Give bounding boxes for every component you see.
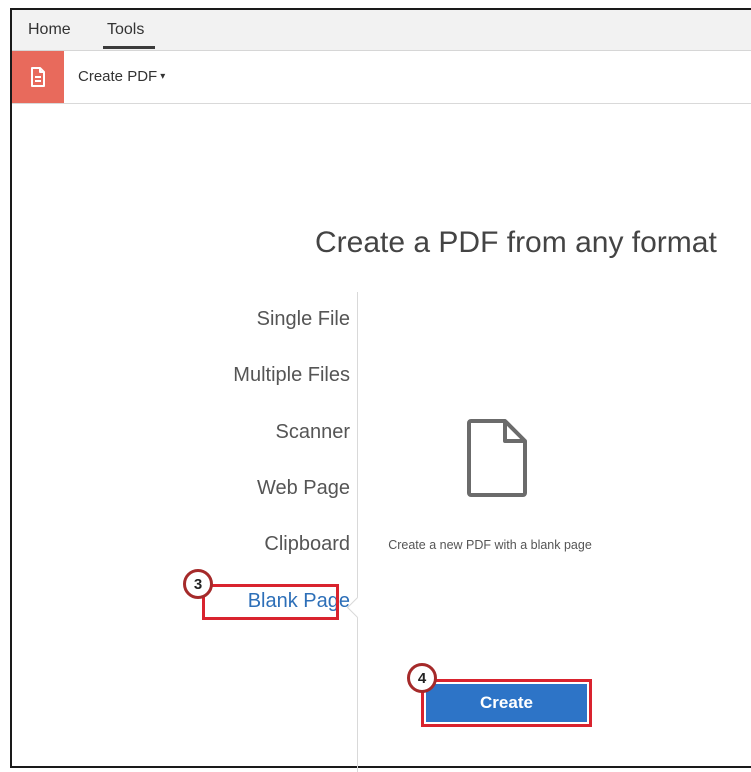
- app-window: Home Tools Create PDF ▾ Create a PDF from…: [10, 8, 751, 772]
- menu-home[interactable]: Home: [28, 21, 71, 39]
- create-pdf-menu[interactable]: Create PDF ▾: [78, 68, 165, 85]
- menu-tools[interactable]: Tools: [107, 21, 144, 39]
- tool-bar: Create PDF ▾: [12, 51, 751, 104]
- option-multiple-files[interactable]: Multiple Files: [233, 364, 350, 387]
- step-badge-3: 3: [183, 569, 213, 599]
- chevron-down-icon: ▾: [160, 71, 166, 82]
- blank-page-icon: [465, 417, 529, 504]
- selection-pointer: [346, 596, 369, 619]
- option-clipboard[interactable]: Clipboard: [264, 533, 350, 556]
- page-title: Create a PDF from any format: [315, 226, 717, 260]
- options-divider: [357, 292, 358, 772]
- create-button[interactable]: Create: [426, 684, 587, 722]
- menu-bar: Home Tools: [12, 10, 751, 51]
- option-single-file[interactable]: Single File: [257, 308, 350, 331]
- active-tab-indicator: [103, 46, 155, 49]
- option-description: Create a new PDF with a blank page: [388, 538, 592, 552]
- highlight-create: Create: [421, 679, 592, 727]
- option-web-page[interactable]: Web Page: [257, 477, 350, 500]
- create-pdf-icon[interactable]: [12, 51, 64, 103]
- highlight-blank-page: [202, 584, 339, 620]
- option-scanner[interactable]: Scanner: [276, 421, 351, 444]
- create-pdf-label: Create PDF: [78, 68, 158, 85]
- step-badge-4: 4: [407, 663, 437, 693]
